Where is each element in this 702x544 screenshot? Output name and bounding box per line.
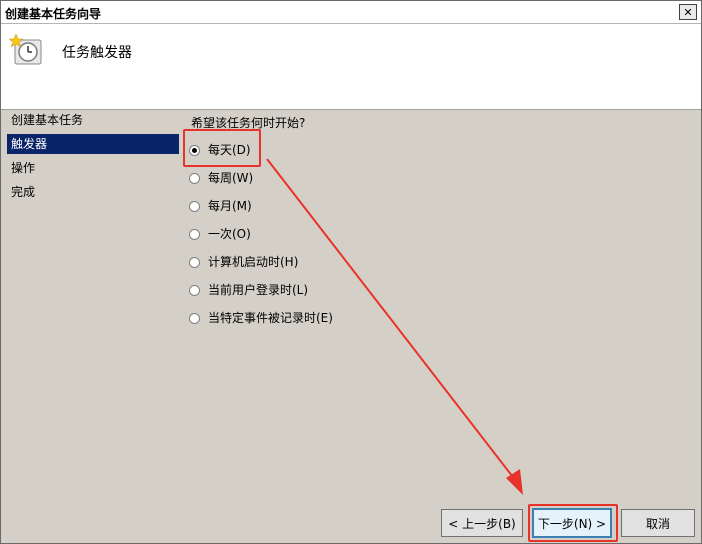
wizard-window: 创建基本任务向导 ✕ 任务触发器 创建基本任务 触发器 操作 完成 希望该任务何…	[0, 0, 702, 544]
annotation-arrow	[266, 158, 523, 495]
